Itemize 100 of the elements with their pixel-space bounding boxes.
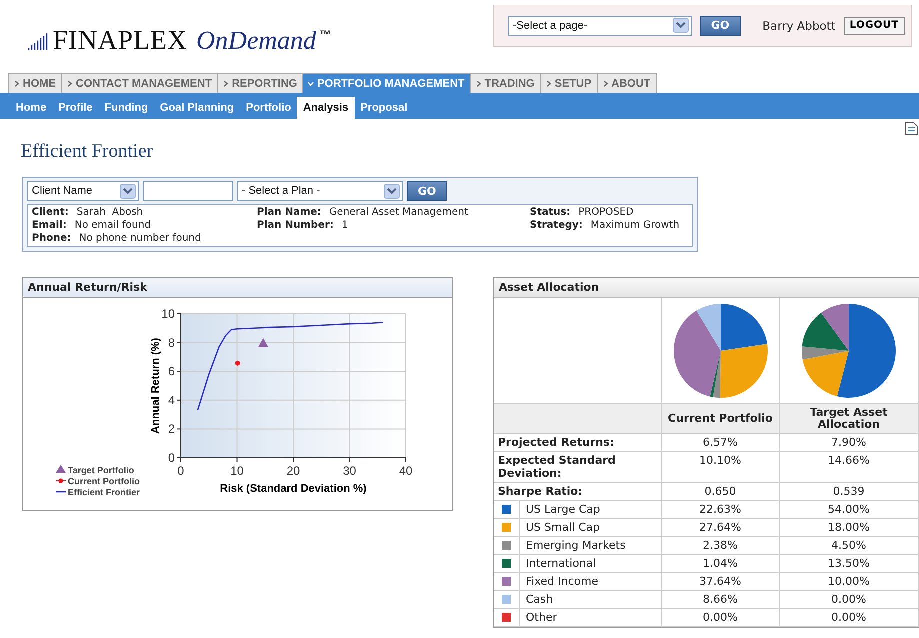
panel-title: Annual Return/Risk <box>23 278 452 298</box>
legend-dot-icon <box>56 478 66 484</box>
metric-label: Projected Returns: <box>494 434 662 452</box>
logo-brand: FINAPLEX <box>53 25 188 56</box>
info-value: No phone number found <box>79 233 202 244</box>
info-label: Status: <box>530 207 571 218</box>
info-value: Maximum Growth <box>590 220 680 231</box>
chevron-right-icon <box>476 80 482 86</box>
info-value: Sarah Abosh <box>76 207 144 218</box>
sub-nav-tab[interactable]: Home <box>10 97 53 119</box>
metric-label: Sharpe Ratio: <box>494 483 662 501</box>
info-label: Plan Number: <box>257 220 334 231</box>
signal-bars-icon <box>28 32 50 50</box>
info-value: 1 <box>342 220 348 231</box>
table-cell: 37.64% <box>662 573 780 591</box>
y-tick-label: 6 <box>168 364 175 379</box>
chevron-right-icon <box>67 80 73 86</box>
info-value: No email found <box>74 220 152 231</box>
trademark-mark: ™ <box>319 28 332 42</box>
x-axis-title: Risk (Standard Deviation %) <box>220 483 367 495</box>
table-cell: 8.66% <box>662 591 780 609</box>
legend-label: Target Portfolio <box>68 466 134 476</box>
nav-tab[interactable]: TRADING <box>470 73 541 93</box>
logout-button[interactable]: LOGOUT <box>844 16 905 34</box>
sub-nav-tab[interactable]: Profile <box>52 97 99 119</box>
info-value: PROPOSED <box>578 207 634 218</box>
table-cell: 27.64% <box>662 519 780 537</box>
legend-line-icon <box>56 491 66 493</box>
info-label: Client: <box>32 207 69 218</box>
plan-select[interactable]: - Select a Plan - <box>237 181 403 201</box>
user-name: Barry Abbott <box>762 18 836 32</box>
table-cell: 13.50% <box>780 555 919 573</box>
asset-name: International <box>525 556 598 572</box>
x-tick-label: 10 <box>230 464 244 478</box>
sub-nav-tab[interactable]: Analysis <box>297 97 355 119</box>
y-tick-label: 0 <box>168 451 175 465</box>
document-icon[interactable] <box>905 122 919 136</box>
field-select[interactable]: Client Name <box>27 181 139 201</box>
chevron-right-icon <box>602 80 609 86</box>
nav-tab[interactable]: ABOUT <box>596 73 657 93</box>
table-cell: 7.90% <box>780 434 919 452</box>
table-cell: 0.00% <box>662 609 780 627</box>
asset-name: Cash <box>525 592 554 608</box>
table-cell: 0.00% <box>780 609 919 627</box>
sub-nav-tab[interactable]: Goal Planning <box>154 97 240 119</box>
table-cell: 54.00% <box>780 501 919 519</box>
current-marker <box>235 360 240 366</box>
table-cell: 18.00% <box>780 519 919 537</box>
nav-tab[interactable]: HOME <box>8 73 62 93</box>
legend-label: Efficient Frontier <box>68 488 140 498</box>
nav-tab[interactable]: SETUP <box>540 73 598 93</box>
y-tick-label: 8 <box>168 336 175 350</box>
table-cell: 2.38% <box>662 537 780 555</box>
legend-label: Current Portfolio <box>68 476 140 486</box>
table-cell: 10.10% <box>662 452 780 483</box>
table-cell: 22.63% <box>662 501 780 519</box>
panel-title: Asset Allocation <box>494 278 919 298</box>
nav-tab[interactable]: REPORTING <box>217 73 304 93</box>
nav-tab[interactable]: PORTFOLIO MANAGEMENT <box>302 73 471 93</box>
nav-tab[interactable]: CONTACT MANAGEMENT <box>61 73 218 93</box>
chevron-right-icon <box>223 80 230 86</box>
info-label: Plan Name: <box>257 207 322 218</box>
page-title: Efficient Frontier <box>21 141 154 163</box>
go-button[interactable]: GO <box>407 181 448 201</box>
table-cell: 0.00% <box>780 591 919 609</box>
legend-triangle-icon <box>56 465 66 473</box>
table-cell: 4.50% <box>780 537 919 555</box>
y-tick-label: 2 <box>168 422 175 436</box>
asset-name: Emerging Markets <box>525 538 627 554</box>
sub-nav-tab[interactable]: Portfolio <box>240 97 298 119</box>
x-tick-label: 20 <box>286 464 300 478</box>
column-header: Target Asset Allocation <box>780 404 919 434</box>
table-cell: 6.57% <box>662 434 780 452</box>
info-value: General Asset Management <box>329 207 468 218</box>
metric-label: Expected Standard Deviation: <box>494 452 662 483</box>
y-axis-title: Annual Return (%) <box>150 338 162 434</box>
logo-product: OnDemand <box>196 26 316 56</box>
table-cell: 14.66% <box>780 452 919 483</box>
info-label: Phone: <box>32 233 72 244</box>
asset-name: US Small Cap <box>525 520 601 536</box>
sub-nav-tab[interactable]: Funding <box>98 97 154 119</box>
x-tick-label: 30 <box>343 464 356 478</box>
table-cell: 1.04% <box>662 555 780 573</box>
y-tick-label: 10 <box>162 307 175 321</box>
page-select[interactable]: -Select a page- <box>508 16 692 36</box>
info-label: Strategy: <box>530 220 583 231</box>
asset-name: US Large Cap <box>525 502 602 518</box>
sub-nav-tab[interactable]: Proposal <box>354 97 414 119</box>
table-cell: 10.00% <box>780 573 919 591</box>
asset-name: Other <box>525 610 558 626</box>
search-field[interactable] <box>143 181 233 201</box>
x-tick-label: 40 <box>399 464 413 478</box>
chevron-down-icon <box>308 80 314 86</box>
column-header: Current Portfolio <box>662 404 780 434</box>
chevron-right-icon <box>14 80 20 86</box>
info-label: Email: <box>32 220 67 231</box>
x-tick-label: 0 <box>178 464 184 478</box>
y-tick-label: 4 <box>168 393 175 408</box>
table-cell: 0.650 <box>662 483 780 501</box>
go-button[interactable]: GO <box>700 16 741 36</box>
